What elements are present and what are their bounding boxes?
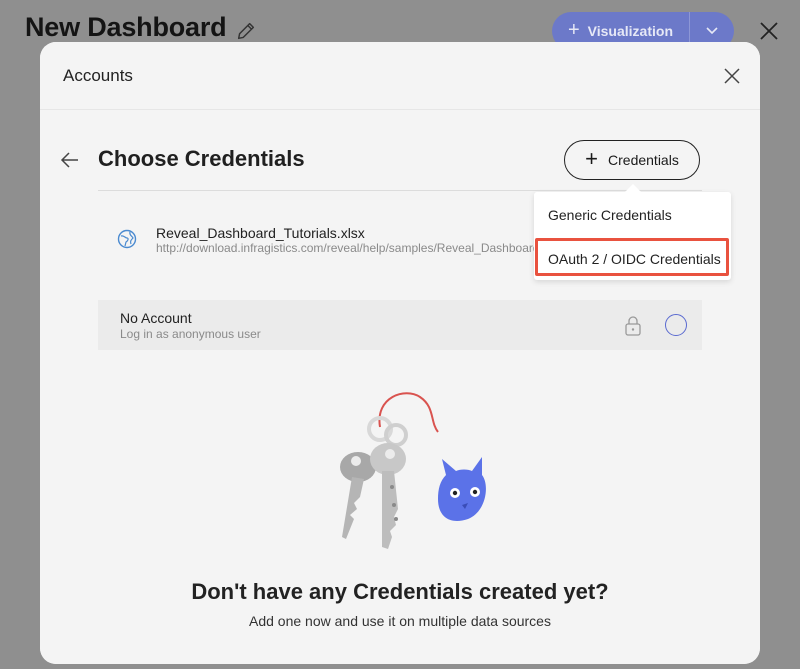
account-title: No Account	[120, 310, 192, 326]
lock-icon	[625, 316, 641, 336]
account-row-no-account[interactable]: No Account Log in as anonymous user	[98, 300, 702, 350]
plus-icon: +	[585, 145, 599, 171]
back-arrow-icon[interactable]	[60, 150, 80, 170]
divider	[98, 190, 702, 191]
chevron-down-icon	[706, 27, 718, 35]
account-subtitle: Log in as anonymous user	[120, 327, 261, 341]
page-title: Choose Credentials	[98, 146, 305, 171]
dashboard-title: New Dashboard	[25, 12, 227, 42]
close-dashboard-icon[interactable]	[758, 20, 780, 42]
highlight-box	[535, 238, 729, 276]
globe-icon	[117, 229, 137, 249]
empty-state-subtitle: Add one now and use it on multiple data …	[249, 613, 551, 629]
account-radio[interactable]	[665, 314, 687, 336]
close-icon[interactable]	[724, 68, 740, 84]
dialog-header: Accounts	[40, 42, 760, 110]
accounts-dialog: Accounts Choose Credentials + Credential…	[40, 42, 760, 664]
add-credentials-label: Credentials	[608, 152, 679, 168]
data-source-url: http://download.infragistics.com/reveal/…	[156, 241, 536, 255]
visualization-label: Visualization	[587, 23, 673, 39]
dialog-title: Accounts	[63, 66, 133, 85]
plus-icon: +	[567, 19, 580, 41]
data-source-name: Reveal_Dashboard_Tutorials.xlsx	[156, 225, 365, 241]
add-credentials-button[interactable]: + Credentials	[564, 140, 700, 180]
keys-illustration	[340, 392, 486, 549]
empty-state-title: Don't have any Credentials created yet?	[191, 579, 609, 604]
pencil-icon[interactable]	[235, 20, 257, 42]
menu-item-generic-credentials[interactable]: Generic Credentials	[548, 207, 672, 223]
